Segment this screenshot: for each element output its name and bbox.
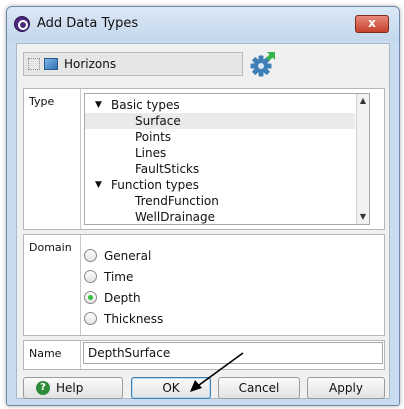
tree-item-lines[interactable]: Lines xyxy=(85,145,355,161)
dialog-window: Add Data Types x Horizons Type ▼ Basic t… xyxy=(6,6,400,406)
title-bar[interactable]: Add Data Types x xyxy=(7,7,399,41)
section-divider xyxy=(80,235,81,335)
tree-item-trendfunction[interactable]: TrendFunction xyxy=(85,193,355,209)
radio-button[interactable] xyxy=(84,249,97,262)
domain-section: Domain General Time Depth Thickness xyxy=(23,234,385,336)
radio-button[interactable] xyxy=(84,312,97,325)
dialog-content: Horizons Type ▼ Basic types Surface Poin… xyxy=(16,43,390,399)
help-icon: ? xyxy=(36,381,50,395)
source-selector[interactable]: Horizons xyxy=(23,52,243,76)
name-label: Name xyxy=(29,347,62,360)
tree-group-function[interactable]: ▼ Function types xyxy=(85,177,355,193)
section-divider xyxy=(80,341,81,369)
tree-item-surface[interactable]: Surface xyxy=(85,113,355,129)
radio-button[interactable] xyxy=(84,270,97,283)
horizon-icon xyxy=(44,58,58,70)
radio-button-selected[interactable] xyxy=(84,291,97,304)
section-divider xyxy=(80,89,81,229)
tree-group-basic[interactable]: ▼ Basic types xyxy=(85,97,355,113)
tree-group-label: Basic types xyxy=(111,98,180,112)
type-scrollbar[interactable]: ▲ ▼ xyxy=(356,94,369,224)
tree-item-points[interactable]: Points xyxy=(85,129,355,145)
app-icon xyxy=(14,16,30,32)
tree-group-label: Function types xyxy=(111,178,199,192)
tree-item-welldrainage[interactable]: WellDrainage xyxy=(85,209,355,224)
source-label: Horizons xyxy=(64,57,117,71)
expand-arrow-icon[interactable]: ▼ xyxy=(95,97,102,113)
close-button[interactable]: x xyxy=(355,15,389,33)
apply-button[interactable]: Apply xyxy=(307,377,385,399)
type-label: Type xyxy=(29,95,55,108)
type-tree[interactable]: ▼ Basic types Surface Points Lines Fault… xyxy=(84,93,370,225)
expand-arrow-icon[interactable]: ▼ xyxy=(95,177,102,193)
source-checkbox[interactable] xyxy=(28,58,40,70)
gear-icon[interactable] xyxy=(249,50,277,78)
pointer-arrow-icon xyxy=(190,352,244,392)
scroll-down-icon[interactable]: ▼ xyxy=(357,210,369,224)
tree-item-faultsticks[interactable]: FaultSticks xyxy=(85,161,355,177)
window-title: Add Data Types xyxy=(37,16,139,31)
domain-label: Domain xyxy=(29,241,72,254)
help-button[interactable]: ? Help xyxy=(23,377,123,399)
scroll-up-icon[interactable]: ▲ xyxy=(357,94,369,108)
type-section: Type ▼ Basic types Surface Points Lines … xyxy=(23,88,385,230)
